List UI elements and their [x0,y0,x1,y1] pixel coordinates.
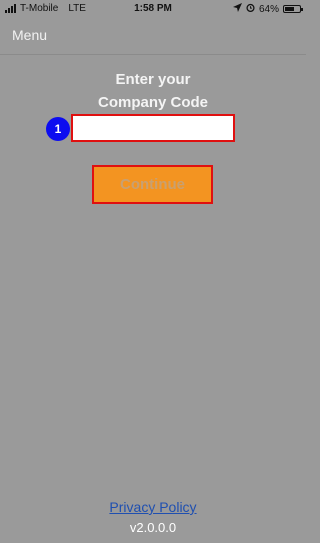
alarm-icon [246,3,255,15]
company-code-input[interactable] [71,114,235,142]
status-right: 64% [232,3,303,15]
location-arrow-icon [232,3,242,15]
heading-line-1: Enter your [115,71,191,88]
battery-icon [283,5,303,13]
step-number-badge: 1 [46,117,70,141]
continue-button[interactable]: Continue [92,165,213,204]
battery-fill [285,7,294,11]
page-title: Enter your Company Code [0,68,306,114]
version-label: v2.0.0.0 [129,520,177,535]
heading-line-2: Company Code [97,94,208,111]
battery-percent: 64% [258,3,279,15]
privacy-policy-link[interactable]: Privacy Policy [0,499,306,515]
app-screen: T-Mobile LTE 1:58 PM 64% Menu Enter your… [0,0,306,543]
nav-bar: Menu [0,18,306,55]
status-bar: T-Mobile LTE 1:58 PM 64% [0,0,306,18]
menu-button[interactable]: Menu [12,27,47,43]
